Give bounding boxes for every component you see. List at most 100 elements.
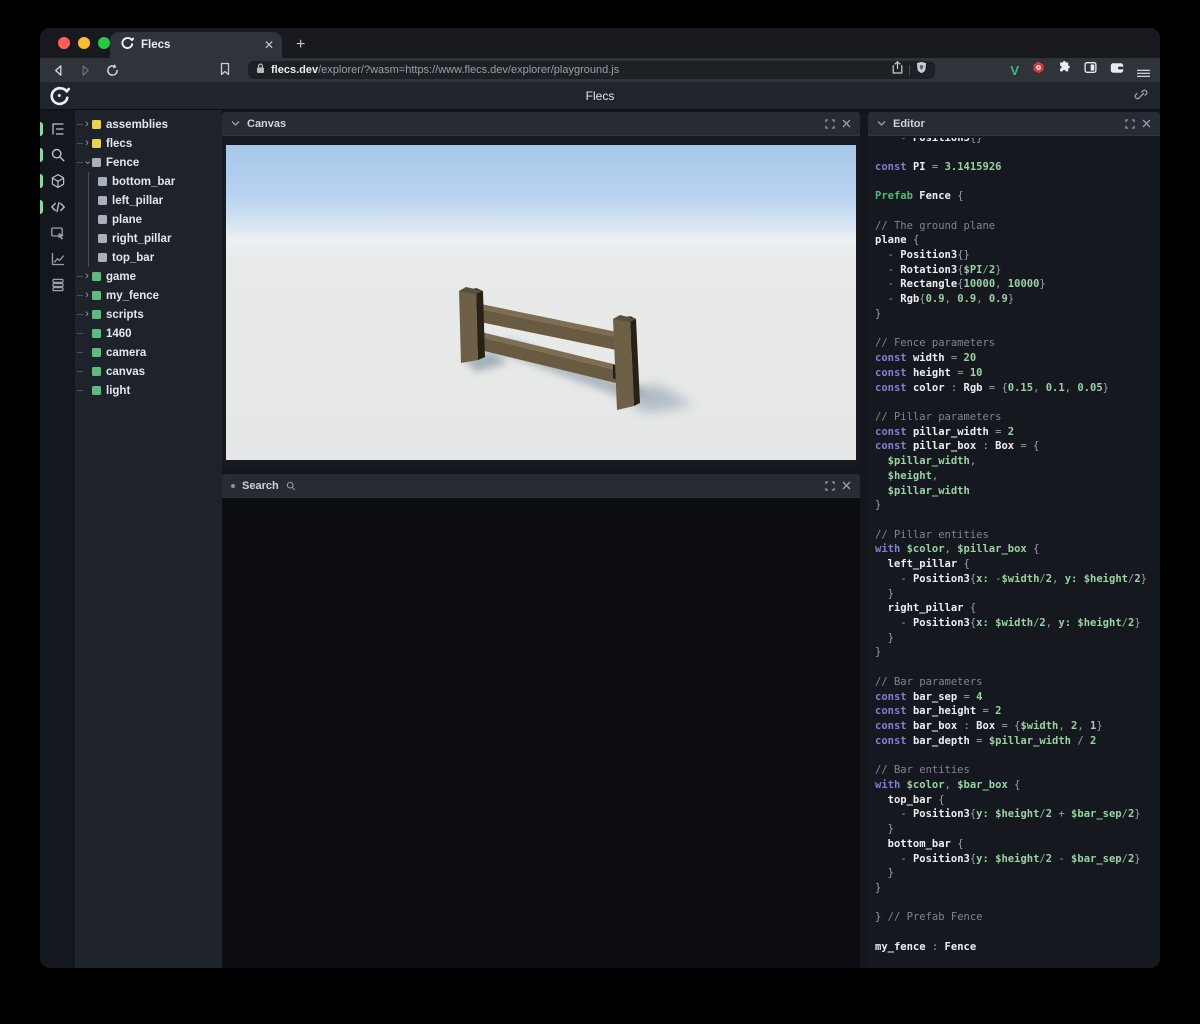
code-line: } [875, 307, 1160, 322]
close-window-button[interactable] [58, 37, 70, 49]
fence-3d-render [226, 145, 856, 460]
code-line [875, 896, 1160, 911]
puzzle-extensions-icon[interactable] [1058, 61, 1071, 79]
code-line [875, 322, 1160, 337]
browser-tab[interactable]: Flecs ✕ [110, 32, 282, 58]
collapsed-dot-icon[interactable] [231, 484, 235, 488]
inspector-icon[interactable] [40, 220, 75, 246]
chevron-down-icon[interactable] [877, 120, 886, 127]
fullscreen-icon[interactable] [825, 481, 835, 491]
stats-icon[interactable] [40, 246, 75, 272]
code-line: } [875, 881, 1160, 896]
tree-expander-icon[interactable]: › [83, 271, 91, 282]
panel-divider[interactable] [860, 110, 868, 968]
tree-item[interactable]: › scripts [75, 305, 222, 324]
divider [909, 65, 910, 75]
tree-item[interactable]: › game [75, 267, 222, 286]
code-line: - Position3{y: $height/2 - $bar_sep/2} [875, 852, 1160, 867]
tree-expander-icon[interactable]: › [83, 138, 91, 149]
fullscreen-icon[interactable] [825, 119, 835, 129]
tree-expander-icon[interactable]: › [83, 309, 91, 320]
main-column: Canvas [222, 110, 860, 968]
sidebar-panel-icon[interactable] [1084, 61, 1097, 79]
tree-item-label: flecs [106, 138, 132, 150]
tree-item[interactable]: left_pillar [75, 191, 222, 210]
tree-expander-icon[interactable]: › [83, 119, 91, 130]
code-content[interactable]: - Position3{} const PI = 3.1415926 Prefa… [875, 138, 1160, 955]
code-line: } [875, 645, 1160, 660]
back-icon[interactable] [52, 64, 65, 77]
search-results-area[interactable] [222, 498, 860, 968]
share-icon[interactable] [892, 61, 903, 79]
tree-guide-line [77, 352, 83, 353]
minimize-window-button[interactable] [78, 37, 90, 49]
tree-expander-icon[interactable]: › [82, 159, 93, 167]
forward-icon[interactable] [79, 64, 92, 77]
entity-color-square [92, 386, 101, 395]
link-icon[interactable] [1134, 89, 1148, 108]
editor-column: Editor - Position3{} const PI = 3.141592… [868, 110, 1160, 968]
cube-icon[interactable] [40, 168, 75, 194]
menu-icon[interactable]: ——— [1137, 66, 1150, 75]
tree-item[interactable]: camera [75, 343, 222, 362]
canvas-viewport[interactable] [222, 136, 860, 466]
search-panel-header[interactable]: Search [222, 474, 860, 498]
search-panel: Search [222, 474, 860, 968]
tree-item[interactable]: light [75, 381, 222, 400]
fullscreen-icon[interactable] [1125, 119, 1135, 129]
code-icon[interactable] [40, 194, 75, 220]
wallet-icon[interactable] [1110, 61, 1124, 79]
tree-expander-icon[interactable]: › [83, 290, 91, 301]
icon-sidebar [40, 110, 75, 968]
code-line: $height, [875, 469, 1160, 484]
tree-item[interactable]: › assemblies [75, 115, 222, 134]
new-tab-button[interactable]: + [296, 37, 305, 53]
tables-icon[interactable] [40, 272, 75, 298]
v-extension-icon[interactable]: V [1010, 64, 1019, 77]
tree-icon[interactable] [40, 116, 75, 142]
tree-item[interactable]: plane [75, 210, 222, 229]
bookmark-sidebar-icon[interactable] [219, 62, 231, 76]
tab-close-icon[interactable]: ✕ [264, 39, 274, 51]
code-line: const pillar_width = 2 [875, 425, 1160, 440]
entity-color-square [92, 348, 101, 357]
code-line: - Position3{y: $height/2 + $bar_sep/2} [875, 807, 1160, 822]
code-editor[interactable]: - Position3{} const PI = 3.1415926 Prefa… [868, 136, 1160, 968]
code-line [875, 204, 1160, 219]
app-header: Flecs [40, 82, 1160, 110]
close-icon[interactable] [842, 481, 851, 490]
code-line: const bar_height = 2 [875, 704, 1160, 719]
tree-item[interactable]: canvas [75, 362, 222, 381]
code-line: } [875, 587, 1160, 602]
shield-icon[interactable] [916, 61, 927, 79]
canvas-panel: Canvas [222, 112, 860, 466]
chevron-down-icon[interactable] [231, 120, 240, 127]
tree-item-label: bottom_bar [112, 176, 175, 188]
canvas-panel-header[interactable]: Canvas [222, 112, 860, 136]
entity-color-square [92, 310, 101, 319]
tree-item[interactable]: › my_fence [75, 286, 222, 305]
tree-item[interactable]: › Fence [75, 153, 222, 172]
tree-item[interactable]: right_pillar [75, 229, 222, 248]
tree-item[interactable]: 1460 [75, 324, 222, 343]
search-icon[interactable] [40, 142, 75, 168]
address-bar[interactable]: flecs.dev/explorer/?wasm=https://www.fle… [248, 61, 935, 79]
zoom-window-button[interactable] [98, 37, 110, 49]
window-controls [58, 37, 110, 49]
code-line: const color : Rgb = {0.15, 0.1, 0.05} [875, 381, 1160, 396]
tree-item[interactable]: top_bar [75, 248, 222, 267]
tree-item[interactable]: bottom_bar [75, 172, 222, 191]
code-line: top_bar { [875, 793, 1160, 808]
close-icon[interactable] [1142, 119, 1151, 128]
adblock-extension-icon[interactable] [1032, 61, 1045, 79]
code-line: } [875, 866, 1160, 881]
entity-color-square [98, 177, 107, 186]
editor-panel-header[interactable]: Editor [868, 112, 1160, 136]
flecs-logo [48, 85, 70, 112]
code-line: // Pillar parameters [875, 410, 1160, 425]
tree-item[interactable]: › flecs [75, 134, 222, 153]
reload-icon[interactable] [106, 64, 119, 77]
entity-tree: › assemblies › flecs [75, 110, 222, 968]
close-icon[interactable] [842, 119, 851, 128]
entity-color-square [98, 253, 107, 262]
